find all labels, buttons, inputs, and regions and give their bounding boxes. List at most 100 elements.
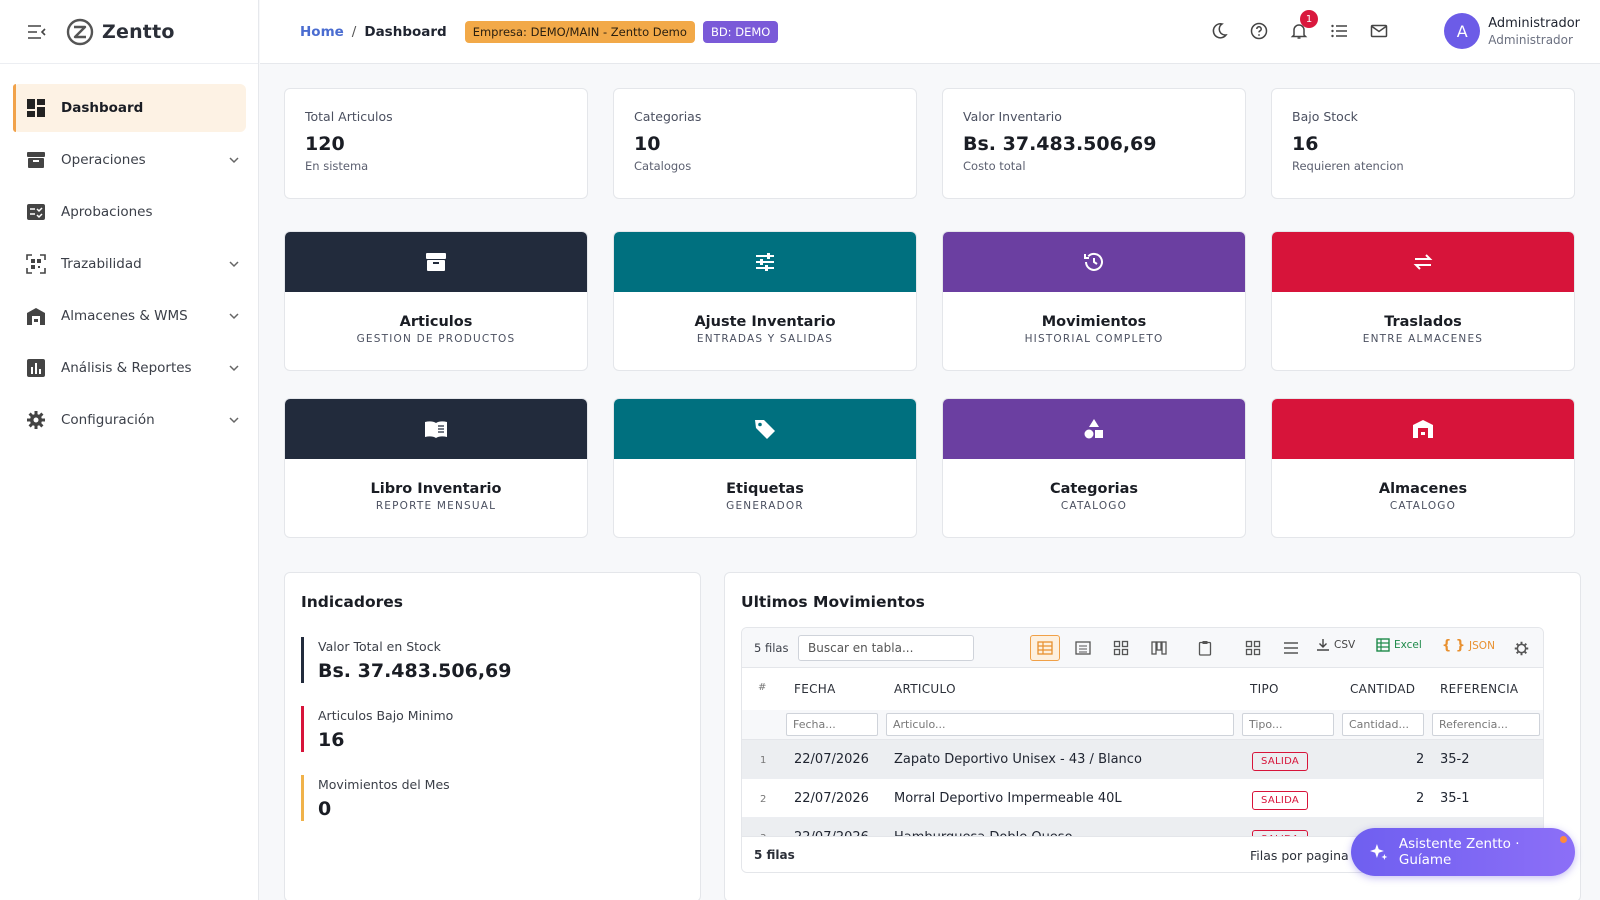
open-book-icon <box>425 421 447 438</box>
user-menu[interactable]: A Administrador Administrador <box>1444 13 1580 49</box>
json-braces-icon: { } <box>1442 638 1466 653</box>
notification-count-badge: 1 <box>1300 10 1318 28</box>
sidebar-item-almacenes-wms[interactable]: Almacenes & WMS <box>13 292 246 340</box>
indicator-label: Movimientos del Mes <box>318 777 450 792</box>
filter-fecha-input[interactable] <box>786 713 878 736</box>
brand-bar: Zentto <box>0 0 258 64</box>
database-badge: BD: DEMO <box>702 20 779 43</box>
gear-icon <box>25 409 47 431</box>
filter-articulo-input[interactable] <box>886 713 1234 736</box>
tile-title: Articulos <box>399 314 473 330</box>
indicator-movimientos-mes: Movimientos del Mes 0 <box>301 775 450 821</box>
assistant-guide-button[interactable]: Asistente Zentto · Guíame <box>1351 828 1575 876</box>
mail-icon[interactable] <box>1368 20 1390 42</box>
menu-collapse-icon[interactable] <box>28 24 46 39</box>
dark-mode-moon-icon[interactable] <box>1208 20 1230 42</box>
grid-settings-gear-icon[interactable] <box>1506 635 1536 661</box>
tile-etiquetas[interactable]: Etiquetas GENERADOR <box>613 398 917 538</box>
tile-title: Traslados <box>1384 314 1462 330</box>
density-lines-icon[interactable] <box>1276 635 1306 661</box>
tile-libro-inventario[interactable]: Libro Inventario REPORTE MENSUAL <box>284 398 588 538</box>
row-number: 2 <box>760 794 767 805</box>
archive-icon <box>25 149 47 171</box>
sidebar-item-label: Trazabilidad <box>61 256 142 272</box>
indicator-label: Valor Total en Stock <box>318 639 441 654</box>
sidebar-item-dashboard[interactable]: Dashboard <box>13 84 246 132</box>
assistant-status-dot <box>1560 836 1567 843</box>
sidebar-item-operaciones[interactable]: Operaciones <box>13 136 246 184</box>
column-header-cantidad[interactable]: CANTIDAD <box>1350 682 1415 696</box>
avatar: A <box>1444 13 1481 49</box>
kanban-view-icon[interactable] <box>1144 635 1174 661</box>
notifications-bell-icon[interactable]: 1 <box>1288 10 1318 42</box>
tile-movimientos[interactable]: Movimientos HISTORIAL COMPLETO <box>942 231 1246 371</box>
tile-traslados[interactable]: Traslados ENTRE ALMACENES <box>1271 231 1575 371</box>
tile-almacenes[interactable]: Almacenes CATALOGO <box>1271 398 1575 538</box>
tile-title: Almacenes <box>1378 481 1468 497</box>
sidebar-item-trazabilidad[interactable]: Trazabilidad <box>13 240 246 288</box>
download-icon <box>1317 639 1329 651</box>
stat-label: Valor Inventario <box>963 109 1062 124</box>
export-json-button[interactable]: { } JSON <box>1442 638 1495 653</box>
csv-label: CSV <box>1334 639 1356 651</box>
grid-view-icon[interactable] <box>1106 635 1136 661</box>
tile-categorias[interactable]: Categorias CATALOGO <box>942 398 1246 538</box>
row-number: 1 <box>760 755 767 766</box>
help-icon[interactable] <box>1248 20 1270 42</box>
column-chooser-icon[interactable] <box>1238 635 1268 661</box>
tile-subtitle: GENERADOR <box>726 500 804 512</box>
column-header-referencia[interactable]: REFERENCIA <box>1440 682 1518 696</box>
filter-cantidad-input[interactable] <box>1342 713 1424 736</box>
cell-articulo: Morral Deportivo Impermeable 40L <box>894 791 1122 806</box>
export-excel-button[interactable]: Excel <box>1376 638 1422 652</box>
indicator-label: Articulos Bajo Minimo <box>318 708 454 723</box>
indicator-value: 16 <box>318 729 345 751</box>
cell-fecha: 22/07/2026 <box>794 791 869 806</box>
stat-subtitle: Requieren atencion <box>1292 159 1404 173</box>
tile-subtitle: ENTRE ALMACENES <box>1362 333 1484 345</box>
column-header-articulo[interactable]: ARTICULO <box>894 682 956 696</box>
tile-header <box>614 399 916 459</box>
table-view-icon[interactable] <box>1030 635 1060 661</box>
export-csv-button[interactable]: CSV <box>1316 638 1355 652</box>
panel-title: Indicadores <box>301 593 403 611</box>
footer-row-count: 5 filas <box>754 848 795 862</box>
shapes-category-icon <box>1084 419 1103 439</box>
chevron-down-icon <box>229 261 239 268</box>
cell-referencia: 35-2 <box>1440 752 1470 767</box>
sidebar-item-aprobaciones[interactable]: Aprobaciones <box>13 188 246 236</box>
breadcrumb-home-link[interactable]: Home <box>300 24 344 40</box>
sidebar-item-analisis-reportes[interactable]: Análisis & Reportes <box>13 344 246 392</box>
column-header-fecha[interactable]: FECHA <box>794 682 836 696</box>
stat-label: Categorias <box>634 109 702 124</box>
stat-value: 120 <box>305 133 345 155</box>
table-row[interactable]: 1 22/07/2026 Zapato Deportivo Unisex - 4… <box>742 740 1543 779</box>
grid-search-input[interactable] <box>798 635 974 661</box>
chevron-down-icon <box>229 365 239 372</box>
breadcrumb: Home / Dashboard <box>300 24 447 40</box>
tile-header <box>1272 399 1574 459</box>
cell-cantidad: 2 <box>1416 791 1425 806</box>
sidebar-item-configuracion[interactable]: Configuración <box>13 396 246 444</box>
tipo-status-badge: SALIDA <box>1252 752 1309 771</box>
assistant-label: Asistente Zentto · Guíame <box>1398 836 1520 868</box>
tile-ajuste-inventario[interactable]: Ajuste Inventario ENTRADAS Y SALIDAS <box>613 231 917 371</box>
indicadores-panel: Indicadores Valor Total en Stock Bs. 37.… <box>284 572 701 900</box>
task-list-icon[interactable] <box>1328 20 1350 42</box>
column-header-tipo[interactable]: TIPO <box>1250 682 1279 696</box>
tile-articulos[interactable]: Articulos GESTION DE PRODUCTOS <box>284 231 588 371</box>
table-row[interactable]: 2 22/07/2026 Morral Deportivo Impermeabl… <box>742 779 1543 818</box>
brand-name[interactable]: Zentto <box>102 21 175 43</box>
filter-tipo-input[interactable] <box>1242 713 1334 736</box>
stat-subtitle: Catalogos <box>634 159 692 173</box>
clipboard-icon[interactable] <box>1190 635 1220 661</box>
sidebar-item-label: Almacenes & WMS <box>61 308 188 324</box>
stat-card-total-articulos: Total Articulos 120 En sistema <box>284 88 588 199</box>
filter-referencia-input[interactable] <box>1432 713 1540 736</box>
tile-subtitle: GESTION DE PRODUCTOS <box>356 333 516 345</box>
grid-header-row: # FECHA ARTICULO TIPO CANTIDAD REFERENCI… <box>742 668 1543 710</box>
sidebar-item-label: Aprobaciones <box>61 204 153 220</box>
sliders-icon <box>756 253 774 271</box>
list-view-icon[interactable] <box>1068 635 1098 661</box>
zentto-logo-icon[interactable] <box>66 18 94 46</box>
